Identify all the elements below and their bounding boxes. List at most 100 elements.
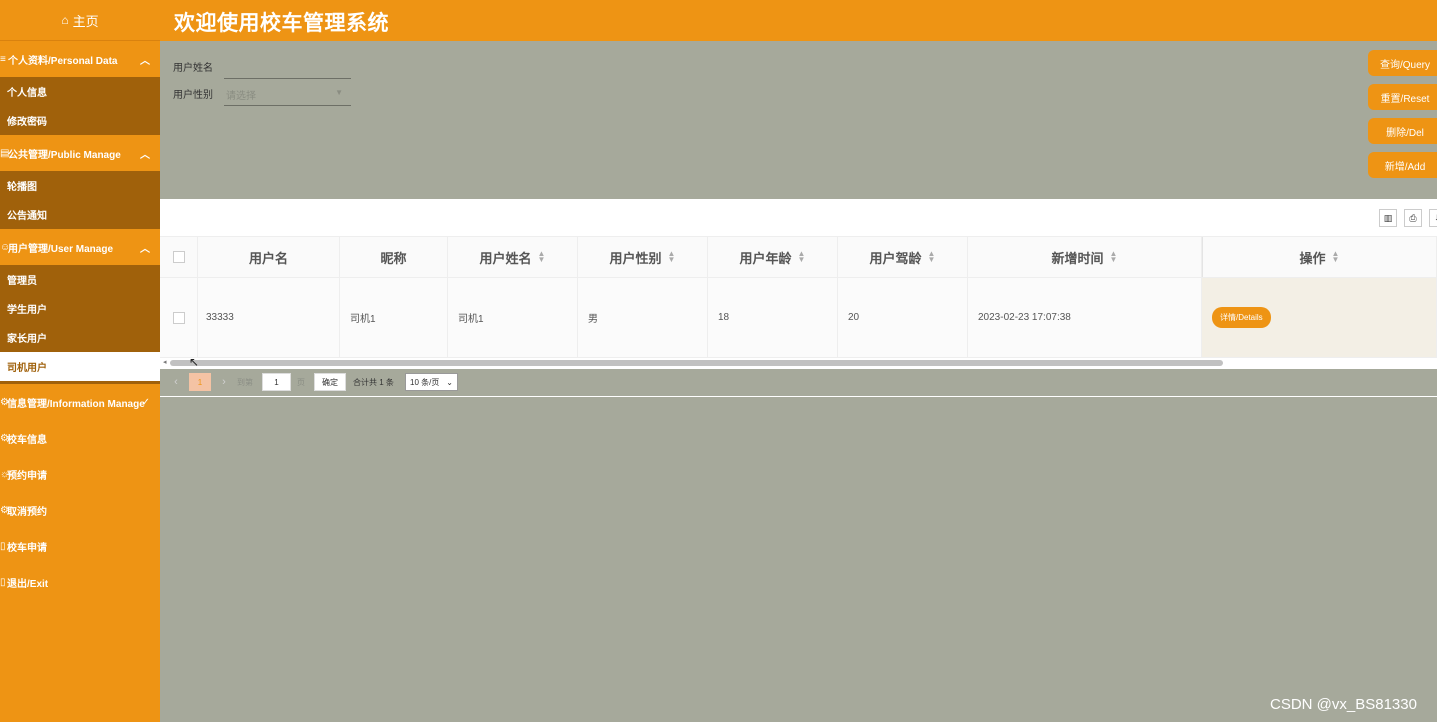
table-panel: ▥ ⎙ ⇩ 用户名 昵称 用户姓名 ▲▼ 用户性别 ▲▼ 用户年龄 ▲▼ 用户驾… — [160, 199, 1437, 397]
select-all-checkbox[interactable] — [172, 251, 185, 263]
document-icon: ▤ — [0, 147, 10, 159]
columns-icon[interactable]: ▥ — [1379, 209, 1397, 227]
submenu-user-manage: 管理员 学生用户 家长用户 司机用户 — [0, 265, 160, 381]
settings-icon: ⚙ — [0, 396, 9, 408]
cell-age: 18 — [708, 278, 838, 357]
sort-icon[interactable]: ▲ ▼ — [798, 250, 806, 264]
home-icon: ⌂ — [61, 13, 69, 27]
sidebar-home-label: 主页 — [72, 13, 99, 29]
name-filter: 用户姓名 — [173, 59, 351, 79]
goto-label: 到第 — [237, 377, 253, 387]
column-header-driving-years[interactable]: 用户驾龄 ▲ ▼ — [838, 237, 968, 277]
sidebar-item-reservation[interactable]: ☼ 预约申请 — [0, 456, 160, 492]
sidebar-item-parent[interactable]: 家长用户 — [0, 323, 160, 352]
cell-gender: 男 — [578, 278, 708, 357]
gender-filter: 用户性别 请选择 ▼ — [173, 86, 351, 106]
column-header-gender[interactable]: 用户性别 ▲ ▼ — [578, 237, 708, 277]
bus-icon: ⚙ — [0, 432, 9, 444]
column-header-name[interactable]: 用户姓名 ▲ ▼ — [448, 237, 578, 277]
print-icon[interactable]: ⎙ — [1404, 209, 1422, 227]
sidebar-item-notice[interactable]: 公告通知 — [0, 200, 160, 229]
chevron-down-icon: ▼ — [335, 88, 343, 97]
menu-group-public-manage[interactable]: ▤ 公共管理/Public Manage ︿ — [0, 135, 160, 171]
exit-icon: ▯ — [0, 576, 6, 588]
sidebar-item-label: 校车信息 — [7, 434, 47, 446]
table-row: 33333 司机1 司机1 男 18 20 2023-02-23 17:07:3… — [160, 278, 1437, 358]
pagination: ‹ 1 › 到第 1 页 确定 合计共 1 条 10 条/页 ⌄ — [160, 369, 1437, 397]
page-size-select[interactable]: 10 条/页 ⌄ — [405, 373, 458, 391]
reset-button[interactable]: 重置/Reset — [1368, 84, 1437, 110]
gender-filter-label: 用户性别 — [173, 90, 213, 101]
sidebar-item-student[interactable]: 学生用户 — [0, 294, 160, 323]
column-header-label: 用户年龄 — [739, 250, 792, 266]
cell-name: 司机1 — [448, 278, 578, 357]
sidebar-item-admin[interactable]: 管理员 — [0, 265, 160, 294]
user-icon: ☺ — [0, 241, 11, 253]
cancel-icon: ⚙ — [0, 504, 9, 516]
menu-group-information-manage[interactable]: ⚙ 信息管理/Information Manage ✓ — [0, 384, 160, 420]
add-button[interactable]: 新增/Add — [1368, 152, 1437, 178]
sort-icon[interactable]: ▲ ▼ — [928, 250, 936, 264]
sort-icon[interactable]: ▲ ▼ — [668, 250, 676, 264]
export-icon[interactable]: ⇩ — [1429, 209, 1437, 227]
sort-icon[interactable]: ▲ ▼ — [1332, 250, 1340, 264]
query-button[interactable]: 查询/Query — [1368, 50, 1437, 76]
page-title: 欢迎使用校车管理系统 — [174, 12, 389, 35]
chevron-up-icon: ︿ — [140, 150, 150, 161]
menu-group-user-manage[interactable]: ☺ 用户管理/User Manage ︿ — [0, 229, 160, 265]
horizontal-scrollbar[interactable] — [170, 360, 1223, 366]
submenu-personal-data: 个人信息 修改密码 — [0, 77, 160, 135]
sidebar-item-label: 退出/Exit — [7, 578, 49, 590]
sidebar-item-exit[interactable]: ▯ 退出/Exit — [0, 564, 160, 600]
sidebar-item-bus-application[interactable]: ▯ 校车申请 — [0, 528, 160, 564]
sort-icon[interactable]: ▲ ▼ — [538, 250, 546, 264]
cell-created: 2023-02-23 17:07:38 — [968, 278, 1202, 357]
cell-driving-years: 20 — [838, 278, 968, 357]
cell-nickname: 司机1 — [340, 278, 448, 357]
column-header-nickname: 昵称 — [340, 237, 448, 277]
sidebar: ⌂ 主页 ≡ 个人资料/Personal Data ︿ 个人信息 修改密码 ▤ … — [0, 0, 160, 722]
header: 欢迎使用校车管理系统 — [160, 0, 1437, 41]
next-page-icon[interactable]: › — [218, 373, 230, 391]
column-header-username: 用户名 — [198, 237, 340, 277]
page-size-value: 10 条/页 — [410, 377, 440, 387]
delete-button[interactable]: 删除/Del — [1368, 118, 1437, 144]
submenu-public-manage: 轮播图 公告通知 — [0, 171, 160, 229]
list-icon: ≡ — [0, 53, 6, 65]
chevron-up-icon: ︿ — [140, 56, 150, 67]
column-header-actions[interactable]: 操作 ▲ ▼ — [1202, 237, 1437, 277]
mouse-cursor-icon: ↖ — [189, 355, 200, 369]
prev-page-icon[interactable]: ‹ — [170, 373, 182, 391]
name-filter-label: 用户姓名 — [173, 63, 213, 74]
cell-actions: 详情/Details — [1202, 278, 1437, 357]
row-checkbox[interactable] — [172, 311, 185, 324]
sort-icon[interactable]: ▲ ▼ — [1110, 250, 1118, 264]
sidebar-item-cancel-reservation[interactable]: ⚙ 取消预约 — [0, 492, 160, 528]
sidebar-item-carousel[interactable]: 轮播图 — [0, 171, 160, 200]
sidebar-item-bus-info[interactable]: ⚙ 校车信息 — [0, 420, 160, 456]
goto-page-input[interactable]: 1 — [262, 373, 291, 391]
sidebar-item-personal-info[interactable]: 个人信息 — [0, 77, 160, 106]
name-input[interactable] — [224, 55, 351, 79]
select-all-cell — [160, 237, 198, 277]
goto-confirm-button[interactable]: 确定 — [314, 373, 346, 391]
menu-group-label: 公共管理/Public Manage — [8, 149, 121, 161]
column-header-created[interactable]: 新增时间 ▲ ▼ — [968, 237, 1202, 277]
chevron-down-icon: ⌄ — [446, 377, 453, 387]
column-header-label: 新增时间 — [1051, 250, 1104, 266]
chevron-up-icon: ︿ — [140, 244, 150, 255]
menu-group-personal-data[interactable]: ≡ 个人资料/Personal Data ︿ — [0, 41, 160, 77]
column-header-age[interactable]: 用户年龄 ▲ ▼ — [708, 237, 838, 277]
column-header-label: 用户性别 — [609, 250, 662, 266]
column-header-label: 用户驾龄 — [869, 250, 922, 266]
sidebar-home[interactable]: ⌂ 主页 — [0, 0, 160, 41]
details-button[interactable]: 详情/Details — [1212, 307, 1271, 328]
chevron-down-icon: ✓ — [141, 396, 150, 408]
sidebar-item-change-password[interactable]: 修改密码 — [0, 106, 160, 135]
gender-select[interactable]: 请选择 ▼ — [224, 82, 351, 106]
sidebar-item-label: 取消预约 — [7, 506, 47, 518]
column-header-label: 用户姓名 — [479, 250, 532, 266]
scroll-left-arrow[interactable]: ◂ — [163, 358, 167, 366]
sidebar-item-driver[interactable]: 司机用户 — [0, 352, 160, 381]
page-number-current[interactable]: 1 — [189, 373, 211, 391]
